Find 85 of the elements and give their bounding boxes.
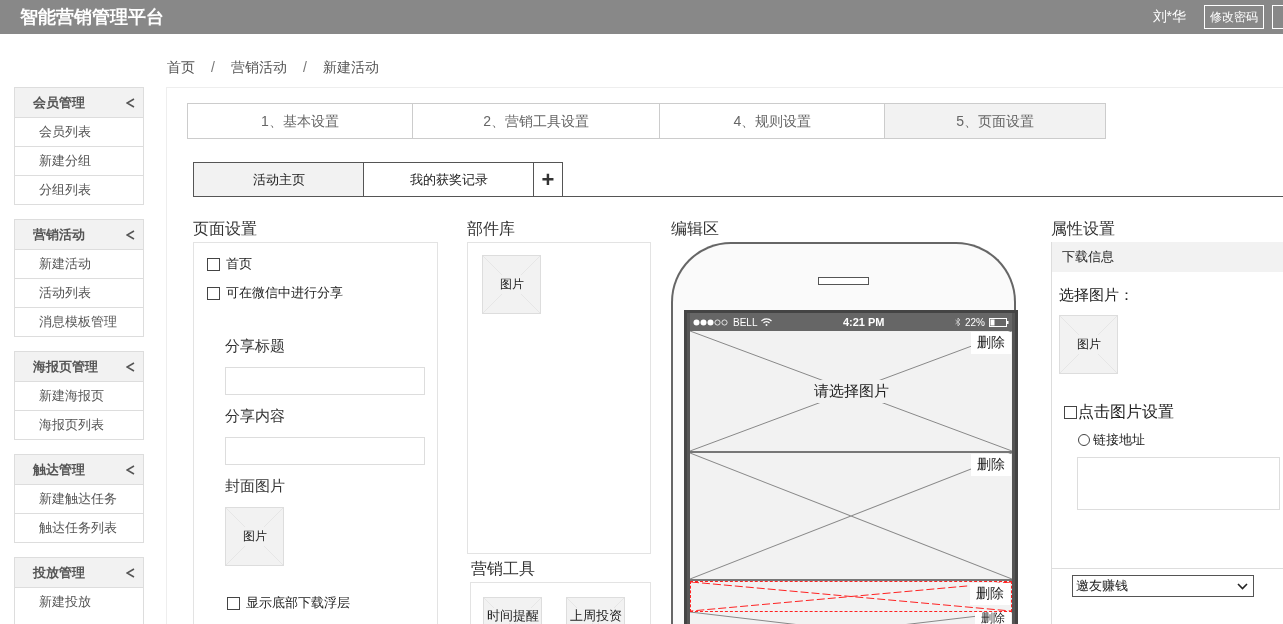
dropdown[interactable]: 邀友赚钱 bbox=[1072, 575, 1254, 597]
delete-button[interactable]: 删除 bbox=[970, 583, 1010, 605]
menu-group-title: 营销活动 bbox=[33, 225, 85, 244]
tool-component[interactable]: 上周投资 bbox=[566, 597, 625, 624]
menu-group-title: 会员管理 bbox=[33, 93, 85, 112]
menu-item[interactable]: 新建活动 bbox=[15, 250, 143, 279]
checkbox-label: 首页 bbox=[226, 255, 252, 273]
menu-item[interactable]: 触达任务列表 bbox=[15, 514, 143, 542]
field-label: 封面图片 bbox=[225, 477, 286, 496]
menu-item[interactable]: 分组列表 bbox=[15, 176, 143, 204]
link-input-field[interactable] bbox=[1077, 457, 1280, 510]
signal-dots-icon bbox=[693, 318, 729, 326]
menu-item[interactable]: 海报页列表 bbox=[15, 411, 143, 439]
chevron-left-icon bbox=[126, 567, 135, 578]
section-title: 营销工具 bbox=[470, 559, 536, 579]
breadcrumb-separator: / bbox=[301, 59, 308, 77]
breadcrumb-link[interactable]: 营销活动 bbox=[230, 59, 287, 87]
section-title: 属性设置 bbox=[1051, 219, 1116, 239]
menu-group-title: 海报页管理 bbox=[33, 357, 98, 376]
page-tab[interactable]: 活动主页 bbox=[193, 162, 363, 196]
input-field[interactable] bbox=[225, 437, 425, 465]
menu-item[interactable]: 新建投放 bbox=[15, 588, 143, 616]
bluetooth-icon bbox=[955, 317, 961, 327]
radio-button[interactable] bbox=[1078, 434, 1090, 446]
wifi-icon bbox=[761, 318, 773, 326]
menu-item[interactable]: 消息模板管理 bbox=[15, 308, 143, 336]
speaker-slot bbox=[818, 277, 869, 285]
breadcrumb-link[interactable]: 新建活动 bbox=[322, 59, 379, 87]
section-title: 部件库 bbox=[467, 219, 516, 239]
menu-group-header[interactable]: 触达管理 bbox=[15, 455, 143, 485]
checkbox-label: 显示底部下载浮层 bbox=[246, 594, 350, 612]
page-tab[interactable]: 我的获奖记录 bbox=[363, 162, 533, 196]
menu-item[interactable]: 新建分组 bbox=[15, 147, 143, 176]
menu-item[interactable]: 新建触达任务 bbox=[15, 485, 143, 514]
clock-time: 4:21 PM bbox=[841, 316, 886, 328]
app-title: 智能营销管理平台 bbox=[20, 6, 165, 29]
menu-group-title: 触达管理 bbox=[33, 460, 85, 479]
image-placeholder[interactable]: 图片 bbox=[1059, 315, 1118, 374]
chevron-left-icon bbox=[126, 361, 135, 372]
image-block[interactable]: 删除 bbox=[690, 453, 1012, 581]
image-component[interactable]: 图片 bbox=[482, 255, 541, 314]
delete-button[interactable]: 删除 bbox=[975, 612, 1011, 624]
menu-group-header[interactable]: 海报页管理 bbox=[15, 352, 143, 382]
cut-off-button[interactable] bbox=[1272, 5, 1283, 29]
menu-group-header[interactable]: 会员管理 bbox=[15, 88, 143, 118]
add-tab-button[interactable]: + bbox=[533, 162, 563, 196]
image-placeholder[interactable]: 图片 bbox=[225, 507, 284, 566]
checkbox[interactable] bbox=[1064, 406, 1077, 419]
image-block[interactable]: 删除 bbox=[690, 612, 1012, 624]
change-password-button[interactable]: 修改密码 bbox=[1204, 5, 1264, 29]
section-title: 页面设置 bbox=[193, 219, 258, 239]
breadcrumb-separator: / bbox=[210, 59, 216, 77]
menu-group-title: 投放管理 bbox=[33, 563, 85, 582]
menu-item[interactable]: 新建海报页 bbox=[15, 382, 143, 411]
checkbox[interactable] bbox=[227, 596, 240, 610]
carrier-name: BELL bbox=[733, 316, 758, 328]
menu-item[interactable]: 活动列表 bbox=[15, 279, 143, 308]
checkbox[interactable] bbox=[207, 257, 220, 271]
section-title: 编辑区 bbox=[671, 219, 720, 239]
checkbox-label: 点击图片设置 bbox=[1078, 402, 1174, 422]
battery-icon bbox=[989, 317, 1009, 327]
menu-group-header[interactable]: 投放管理 bbox=[15, 558, 143, 588]
section-header: 下载信息 bbox=[1052, 242, 1283, 272]
field-label: 分享标题 bbox=[225, 337, 286, 356]
delete-button[interactable]: 删除 bbox=[971, 332, 1011, 354]
battery-percent: 22% bbox=[965, 316, 985, 328]
field-label: 选择图片： bbox=[1059, 286, 1135, 305]
menu-item[interactable]: 会员列表 bbox=[15, 118, 143, 147]
image-block[interactable]: 删除 bbox=[690, 581, 1012, 612]
chevron-left-icon bbox=[126, 97, 135, 108]
chevron-down-icon bbox=[1237, 582, 1248, 590]
menu-group-header[interactable]: 营销活动 bbox=[15, 220, 143, 250]
checkbox-label: 可在微信中进行分享 bbox=[226, 284, 343, 302]
tool-component[interactable]: 时间提醒 bbox=[483, 597, 542, 624]
step-tab[interactable]: 5、页面设置 bbox=[885, 104, 1105, 138]
checkbox[interactable] bbox=[207, 286, 220, 300]
field-label: 分享内容 bbox=[225, 407, 286, 426]
input-field[interactable] bbox=[225, 367, 425, 395]
delete-button[interactable]: 删除 bbox=[971, 454, 1011, 476]
chevron-left-icon bbox=[126, 229, 135, 240]
breadcrumb-link[interactable]: 首页 bbox=[167, 59, 195, 87]
user-name: 刘*华 bbox=[1152, 8, 1186, 26]
radio-label: 链接地址 bbox=[1093, 431, 1145, 449]
chevron-left-icon bbox=[126, 464, 135, 475]
image-block[interactable]: 请选择图片 删除 bbox=[690, 331, 1012, 453]
